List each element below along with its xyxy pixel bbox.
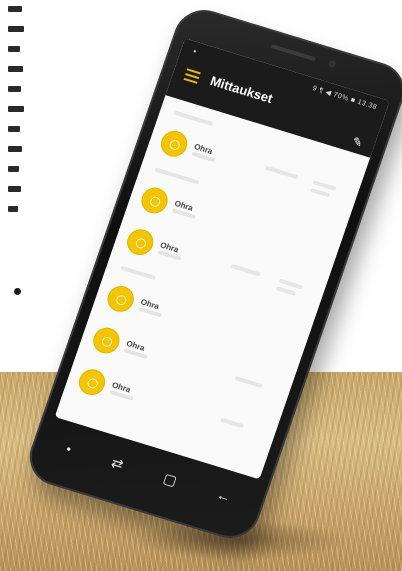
list-item-value [309,187,331,198]
menu-icon[interactable] [183,68,201,84]
list-item-value [220,417,245,429]
grain-avatar-icon [76,367,108,398]
grain-avatar-icon [158,128,190,159]
nav-dot-icon: ● [65,443,73,454]
notification-icon: ▪ [191,46,198,56]
status-bar: 9 ¶ ◀ 70% ■ 13.38 [311,85,378,112]
front-camera [327,59,337,69]
bullet-dot [14,288,21,295]
pencil-icon[interactable]: ✎ [350,134,364,150]
earpiece [270,43,316,62]
list-item-value [234,375,263,388]
grain-avatar-icon [105,284,137,314]
photo-scene: ▪ 9 ¶ ◀ 70% ■ 13.38 Mittaukset ✎ Ohra Oh… [0,0,402,571]
square-home-icon[interactable]: ▢ [161,469,179,489]
grain-avatar-icon [124,227,156,258]
back-arrow-icon[interactable]: ← [215,486,234,505]
cropped-page-text [0,0,26,300]
app-title: Mittaukset [208,73,275,107]
grain-avatar-icon [139,185,170,216]
list-item-detail [230,263,261,277]
recent-apps-icon[interactable]: ⇄ [109,453,125,473]
list-item-value [275,286,297,296]
list-item-detail [264,165,299,180]
grain-avatar-icon [90,325,122,356]
